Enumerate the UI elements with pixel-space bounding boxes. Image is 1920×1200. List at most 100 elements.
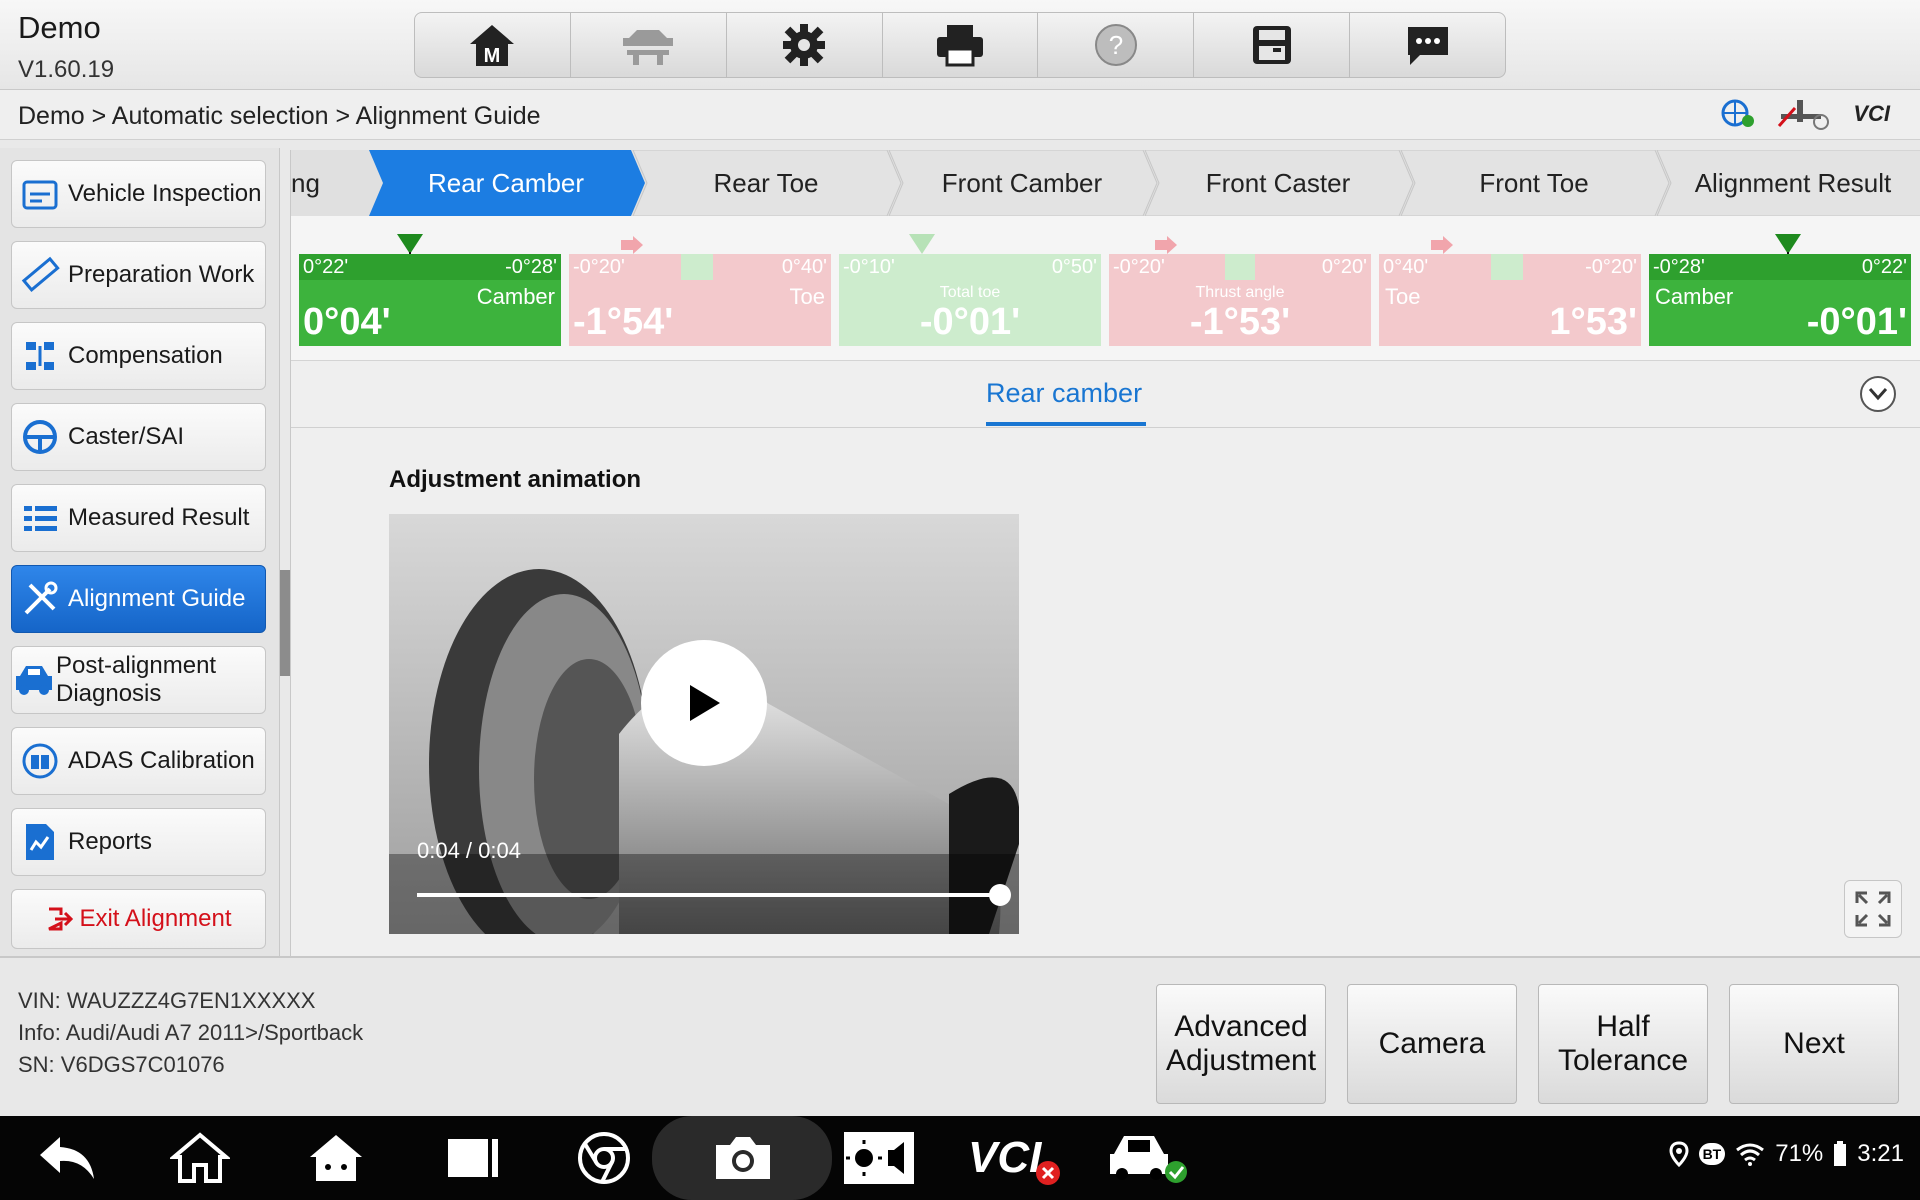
sidebar-item-label: Alignment Guide — [68, 585, 246, 612]
half-tolerance-button[interactable]: Half Tolerance — [1538, 984, 1708, 1104]
gauge-pointer — [909, 234, 935, 254]
gauge-value: 0°04' — [303, 301, 391, 343]
next-button[interactable]: Next — [1729, 984, 1899, 1104]
fullscreen-icon — [1855, 891, 1891, 927]
sidebar-item-post-alignment-diagnosis[interactable]: Post-alignment Diagnosis — [11, 646, 266, 714]
breadcrumb-bar: Demo > Automatic selection > Alignment G… — [0, 90, 1920, 140]
gauge-pointer — [397, 234, 423, 256]
android-house-icon — [310, 1135, 362, 1181]
vehicle-lift-icon — [623, 30, 674, 65]
alignment-lift-icon — [1778, 100, 1830, 130]
tab-rear-camber[interactable]: Rear camber — [986, 378, 1142, 409]
sidebar-item-label: Post-alignment Diagnosis — [56, 652, 217, 707]
messages-button[interactable] — [1350, 13, 1505, 77]
help-button[interactable]: ? — [1038, 13, 1195, 77]
system-status-area: BT 71% 3:21 — [1669, 1140, 1904, 1168]
ruler-icon — [21, 256, 60, 292]
section-title: Adjustment animation — [389, 466, 642, 493]
adas-icon — [22, 743, 58, 779]
back-button[interactable] — [36, 1128, 98, 1188]
brightness-volume-icon — [844, 1132, 914, 1184]
sidebar-item-compensation[interactable]: Compensation — [11, 322, 266, 390]
sidebar-item-label: Compensation — [68, 342, 223, 369]
step-front-caster[interactable]: Front Caster — [1153, 150, 1403, 216]
sidebar-item-caster-sai[interactable]: Caster/SAI — [11, 403, 266, 471]
serial-number-text: SN: V6DGS7C01076 — [18, 1052, 225, 1077]
camera-button[interactable]: Camera — [1347, 984, 1517, 1104]
sidebar: Vehicle Inspection Preparation Work Comp… — [0, 148, 280, 956]
gauge-row: 0°22' -0°28' Camber 0°04' -0°20' 0°40' Toe -… — [291, 216, 1920, 361]
globe-online-icon — [1721, 99, 1755, 127]
play-button[interactable] — [641, 640, 767, 766]
step-alignment-result[interactable]: Alignment Result — [1665, 150, 1920, 216]
gauge-total-toe: -0°10' 0°50' Total toe -0°01' — [839, 234, 1101, 346]
sidebar-item-vehicle-inspection[interactable]: Vehicle Inspection — [11, 160, 266, 228]
sidebar-item-preparation-work[interactable]: Preparation Work — [11, 241, 266, 309]
step-rear-toe[interactable]: Rear Toe — [641, 150, 891, 216]
wifi-icon — [1736, 1143, 1765, 1166]
bluetooth-badge: BT — [1698, 1143, 1726, 1165]
top-bar: Demo V1.60.19 M ? — [0, 0, 1920, 90]
sidebar-item-adas-calibration[interactable]: ADAS Calibration — [11, 727, 266, 795]
vin-text: VIN: WAUZZZ4G7EN1XXXXX — [18, 988, 316, 1013]
gear-icon — [783, 24, 826, 66]
exit-alignment-button[interactable]: Exit Alignment — [11, 889, 266, 949]
play-icon — [690, 685, 720, 721]
gauge-value: -1°54' — [573, 301, 674, 343]
gauge-arrow-right-icon — [621, 236, 643, 254]
car-icon — [16, 666, 52, 695]
settings-button[interactable] — [727, 13, 883, 77]
video-progress-track[interactable] — [417, 893, 1007, 897]
gauge-rear-right-toe: 0°40' -0°20' Toe 1°53' — [1379, 236, 1641, 346]
save-icon — [1252, 26, 1291, 64]
browser-icon — [578, 1132, 630, 1184]
recent-apps-button[interactable] — [444, 1128, 504, 1188]
app-title: Demo — [18, 10, 101, 45]
footer: VIN: WAUZZZ4G7EN1XXXXX Info: Audi/Audi A… — [0, 956, 1920, 1116]
gauge-arrow-right-icon — [1155, 236, 1177, 254]
vci-status: VCI — [1853, 101, 1890, 126]
step-front-camber[interactable]: Front Camber — [897, 150, 1147, 216]
expand-dropdown-button[interactable] — [1860, 376, 1896, 412]
battery-icon — [1834, 1141, 1847, 1166]
clock: 3:21 — [1857, 1140, 1904, 1167]
vehicle-lift-button[interactable] — [571, 13, 727, 77]
location-icon — [1669, 1141, 1689, 1167]
status-icons: VCI — [1721, 98, 1890, 130]
back-arrow-icon — [40, 1137, 94, 1179]
camera-app-button[interactable] — [712, 1128, 774, 1188]
video-progress-handle[interactable] — [989, 884, 1011, 906]
gauge-thrust-angle: -0°20' 0°20' Thrust angle -1°53' — [1109, 236, 1371, 346]
step-previous-partial[interactable]: ng — [291, 150, 331, 216]
adjustment-video-player[interactable]: 0:04 / 0:04 — [389, 514, 1019, 934]
fullscreen-button[interactable] — [1844, 880, 1902, 938]
car-check-icon — [1110, 1136, 1187, 1183]
save-button[interactable] — [1194, 13, 1351, 77]
print-button[interactable] — [883, 13, 1039, 77]
chevron-down-icon — [1868, 388, 1888, 401]
camera-icon — [716, 1137, 770, 1179]
vehicle-app-button[interactable] — [1106, 1128, 1188, 1188]
sidebar-item-reports[interactable]: Reports — [11, 808, 266, 876]
sidebar-item-label: ADAS Calibration — [68, 747, 255, 774]
compensation-icon — [26, 342, 54, 370]
advanced-adjustment-button[interactable]: Advanced Adjustment — [1156, 984, 1326, 1104]
step-rear-camber[interactable]: Rear Camber — [375, 150, 637, 216]
browser-button[interactable] — [576, 1128, 632, 1188]
step-front-toe[interactable]: Front Toe — [1409, 150, 1659, 216]
sidebar-item-label: Reports — [68, 828, 153, 855]
svg-text:?: ? — [1109, 30, 1123, 60]
sidebar-item-label: Vehicle Inspection — [68, 180, 262, 207]
home-nav-button[interactable] — [170, 1128, 230, 1188]
inspection-icon — [22, 180, 58, 210]
system-nav-bar: VCI BT 71% 3:21 — [0, 1116, 1920, 1200]
vci-app-button[interactable]: VCI — [968, 1128, 1061, 1188]
chat-icon — [1407, 27, 1448, 65]
display-settings-button[interactable] — [842, 1128, 916, 1188]
sidebar-item-measured-result[interactable]: Measured Result — [11, 484, 266, 552]
sidebar-item-alignment-guide[interactable]: Alignment Guide — [11, 565, 266, 633]
gauge-rear-left-camber: 0°22' -0°28' Camber 0°04' — [299, 234, 561, 346]
android-home-button[interactable] — [306, 1128, 366, 1188]
breadcrumb: Demo > Automatic selection > Alignment G… — [18, 102, 541, 130]
home-button[interactable]: M — [415, 13, 571, 77]
